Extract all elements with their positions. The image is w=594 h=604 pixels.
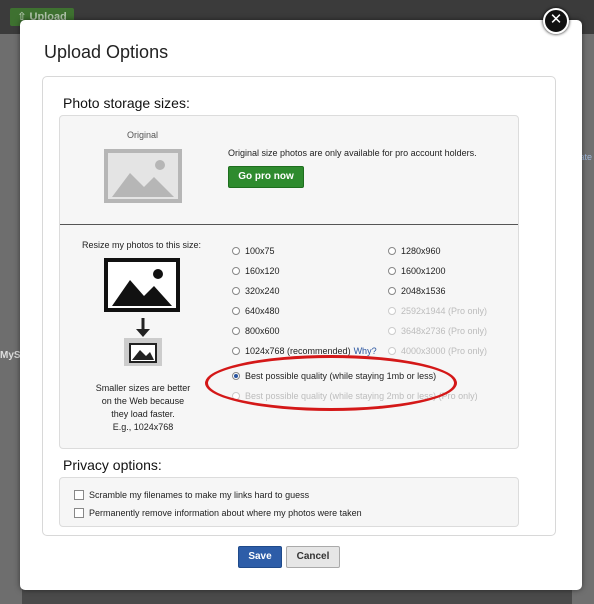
size-tip: Smaller sizes are better on the Web beca…	[84, 382, 202, 434]
original-image-icon	[104, 149, 182, 203]
pro-notice: Original size photos are only available …	[228, 148, 477, 158]
size-tip-line: Smaller sizes are better	[95, 383, 191, 393]
scramble-filenames-checkbox[interactable]: Scramble my filenames to make my links h…	[74, 490, 309, 500]
size-option-1024x768[interactable]: 1024x768 (recommended) Why?	[232, 346, 377, 356]
resized-image-icon	[104, 258, 180, 312]
option-label: 1280x960	[401, 246, 441, 256]
save-button[interactable]: Save	[238, 546, 282, 568]
radio-icon[interactable]	[232, 247, 240, 255]
option-label: 4000x3000 (Pro only)	[401, 346, 488, 356]
storage-divider	[60, 224, 518, 225]
size-tip-line: they load faster.	[111, 409, 175, 419]
radio-icon[interactable]	[232, 287, 240, 295]
option-label: 320x240	[245, 286, 280, 296]
options-panel: Photo storage sizes: Original Original s…	[42, 76, 556, 536]
downsize-arrow-icon	[124, 318, 162, 366]
why-link[interactable]: Why?	[354, 346, 377, 356]
radio-icon[interactable]	[388, 247, 396, 255]
radio-icon[interactable]	[232, 347, 240, 355]
option-label: 640x480	[245, 306, 280, 316]
size-option-3648x2736: 3648x2736 (Pro only)	[388, 326, 487, 336]
radio-icon[interactable]	[232, 307, 240, 315]
option-label: Permanently remove information about whe…	[89, 508, 362, 518]
size-option-1600x1200[interactable]: 1600x1200	[388, 266, 446, 276]
radio-icon	[388, 307, 396, 315]
size-option-2048x1536[interactable]: 2048x1536	[388, 286, 446, 296]
option-label: 1600x1200	[401, 266, 446, 276]
option-label: 3648x2736 (Pro only)	[401, 326, 488, 336]
option-label: 2592x1944 (Pro only)	[401, 306, 488, 316]
size-tip-line: E.g., 1024x768	[112, 422, 174, 432]
resize-label: Resize my photos to this size:	[82, 240, 202, 250]
size-option-4000x3000: 4000x3000 (Pro only)	[388, 346, 487, 356]
storage-heading: Photo storage sizes:	[63, 95, 190, 111]
option-label: 2048x1536	[401, 286, 446, 296]
dialog-title: Upload Options	[44, 42, 169, 62]
size-option-1280x960[interactable]: 1280x960	[388, 246, 441, 256]
checkbox-icon[interactable]	[74, 508, 84, 518]
option-label: 160x120	[245, 266, 280, 276]
radio-icon[interactable]	[388, 287, 396, 295]
radio-icon[interactable]	[232, 327, 240, 335]
size-option-100x75[interactable]: 100x75	[232, 246, 275, 256]
size-option-2592x1944: 2592x1944 (Pro only)	[388, 306, 487, 316]
option-label: 800x600	[245, 326, 280, 336]
size-tip-line: on the Web because	[101, 396, 185, 406]
option-label: Scramble my filenames to make my links h…	[89, 490, 310, 500]
go-pro-button[interactable]: Go pro now	[228, 166, 304, 188]
radio-icon	[388, 327, 396, 335]
upload-options-dialog: Upload Options Photo storage sizes: Orig…	[20, 20, 582, 590]
background-left-edge	[0, 34, 22, 604]
cancel-button[interactable]: Cancel	[286, 546, 340, 568]
size-option-160x120[interactable]: 160x120	[232, 266, 280, 276]
checkbox-icon[interactable]	[74, 490, 84, 500]
size-option-320x240[interactable]: 320x240	[232, 286, 280, 296]
highlight-ellipse	[205, 355, 457, 411]
close-icon[interactable]: ✕	[543, 8, 569, 34]
remove-location-checkbox[interactable]: Permanently remove information about whe…	[74, 508, 362, 518]
size-option-640x480[interactable]: 640x480	[232, 306, 280, 316]
radio-icon[interactable]	[388, 267, 396, 275]
privacy-box: Scramble my filenames to make my links h…	[59, 477, 519, 527]
option-label: 100x75	[245, 246, 275, 256]
radio-icon[interactable]	[232, 267, 240, 275]
radio-icon	[388, 347, 396, 355]
privacy-heading: Privacy options:	[63, 457, 162, 473]
original-label: Original	[127, 130, 159, 140]
size-option-800x600[interactable]: 800x600	[232, 326, 280, 336]
